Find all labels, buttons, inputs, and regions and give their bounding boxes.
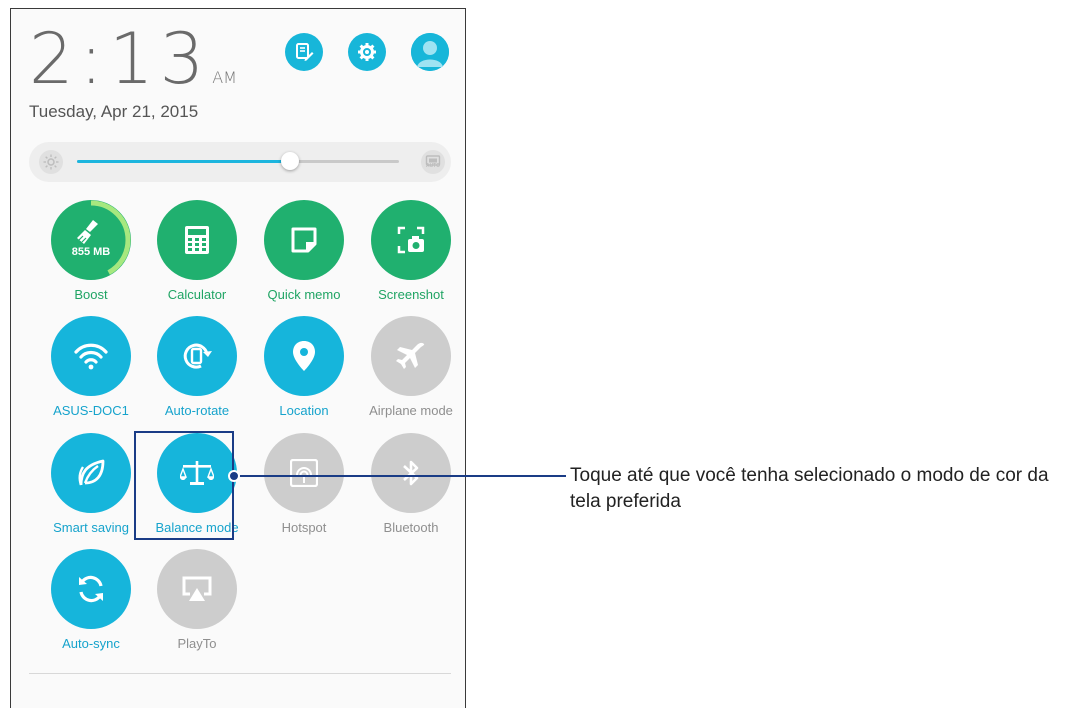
edit-notes-icon[interactable] bbox=[285, 33, 323, 71]
auto-brightness-icon[interactable]: AUTO bbox=[421, 150, 445, 174]
tile-button[interactable] bbox=[264, 316, 344, 396]
tile-button[interactable] bbox=[51, 549, 131, 629]
date-label: Tuesday, Apr 21, 2015 bbox=[29, 102, 199, 121]
tile-auto-rotate[interactable]: Auto-rotate bbox=[144, 316, 250, 418]
tile-label: Boost bbox=[74, 287, 108, 302]
tile-screenshot[interactable]: Screenshot bbox=[358, 200, 464, 302]
callout-text: Toque até que você tenha selecionado o m… bbox=[570, 465, 1049, 512]
tile-button[interactable] bbox=[371, 433, 451, 513]
tile-button[interactable] bbox=[157, 549, 237, 629]
tile-bluetooth[interactable]: Bluetooth bbox=[358, 433, 464, 535]
brightness-bar: AUTO bbox=[29, 142, 451, 182]
boost-progress-ring bbox=[51, 200, 131, 280]
tile-hotspot[interactable]: Hotspot bbox=[251, 433, 357, 535]
airplane-icon bbox=[395, 340, 427, 372]
tile-label: Screenshot bbox=[378, 287, 444, 302]
callout-line bbox=[234, 475, 566, 477]
tile-label: Bluetooth bbox=[383, 520, 439, 535]
quick-settings-panel: 2:13 AM Tuesday, Apr 21, 2015 AUTO 855 MB… bbox=[10, 8, 466, 708]
screenshot-icon bbox=[396, 225, 426, 255]
tile-label: Quick memo bbox=[267, 287, 341, 302]
tile-button[interactable] bbox=[371, 200, 451, 280]
tile-button[interactable] bbox=[51, 433, 131, 513]
tile-location[interactable]: Location bbox=[251, 316, 357, 418]
tile-asus-doc1[interactable]: ASUS-DOC1 bbox=[38, 316, 144, 418]
rotate-icon bbox=[181, 340, 213, 372]
highlight-box bbox=[134, 431, 234, 540]
leaf-icon bbox=[76, 458, 106, 488]
settings-icon[interactable] bbox=[348, 33, 386, 71]
tile-label: Airplane mode bbox=[369, 403, 453, 418]
brightness-icon bbox=[39, 150, 63, 174]
tile-button[interactable]: 855 MB bbox=[51, 200, 131, 280]
tile-auto-sync[interactable]: Auto-sync bbox=[38, 549, 144, 651]
tile-label: Hotspot bbox=[281, 520, 327, 535]
hotspot-icon bbox=[290, 459, 318, 487]
tile-label: Auto-rotate bbox=[164, 403, 230, 418]
clock: 2:13 AM bbox=[29, 23, 237, 95]
tile-label: Location bbox=[279, 403, 329, 418]
location-pin-icon bbox=[292, 340, 316, 372]
tile-button[interactable] bbox=[157, 200, 237, 280]
tile-button[interactable] bbox=[371, 316, 451, 396]
tile-quick-memo[interactable]: Quick memo bbox=[251, 200, 357, 302]
brightness-slider[interactable] bbox=[77, 152, 399, 170]
tile-airplane-mode[interactable]: Airplane mode bbox=[358, 316, 464, 418]
brightness-fill bbox=[77, 160, 290, 163]
tile-button[interactable] bbox=[157, 316, 237, 396]
tile-boost[interactable]: 855 MB Boost bbox=[38, 200, 144, 302]
tile-playto[interactable]: PlayTo bbox=[144, 549, 250, 651]
cast-icon bbox=[181, 575, 213, 603]
tile-smart-saving[interactable]: Smart saving bbox=[38, 433, 144, 535]
tile-calculator[interactable]: Calculator bbox=[144, 200, 250, 302]
tile-button[interactable] bbox=[264, 200, 344, 280]
tile-label: Calculator bbox=[167, 287, 227, 302]
calculator-icon bbox=[184, 225, 210, 255]
divider bbox=[29, 673, 451, 674]
callout-dot bbox=[228, 470, 240, 482]
clock-time: 2:13 bbox=[29, 18, 211, 100]
tile-label: ASUS-DOC1 bbox=[53, 403, 129, 418]
tile-label: Smart saving bbox=[53, 520, 129, 535]
boost-memory-value: 855 MB bbox=[71, 246, 111, 258]
bluetooth-icon bbox=[401, 458, 421, 488]
note-icon bbox=[290, 226, 318, 254]
tile-button[interactable] bbox=[264, 433, 344, 513]
tile-button[interactable] bbox=[51, 316, 131, 396]
tile-label: PlayTo bbox=[177, 636, 217, 651]
clock-ampm: AM bbox=[212, 68, 237, 87]
sync-icon bbox=[75, 573, 107, 605]
tile-label: Auto-sync bbox=[62, 636, 120, 651]
wifi-icon bbox=[74, 342, 108, 370]
user-avatar-icon[interactable] bbox=[411, 33, 449, 71]
brightness-thumb[interactable] bbox=[280, 152, 299, 170]
auto-brightness-label: AUTO bbox=[425, 163, 441, 169]
